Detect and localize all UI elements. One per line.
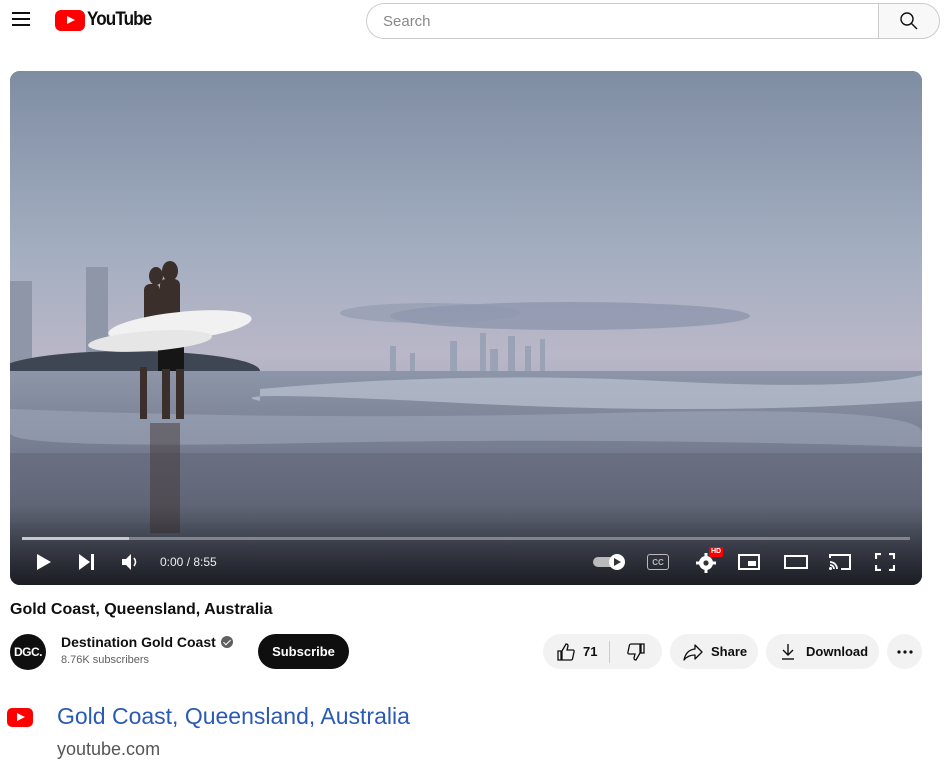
volume-button[interactable] — [120, 549, 144, 575]
channel-avatar[interactable]: DGC. — [10, 634, 46, 670]
volume-icon — [122, 554, 137, 570]
theater-mode-button[interactable] — [782, 549, 810, 575]
download-icon — [782, 643, 794, 660]
channel-name: Destination Gold Coast — [61, 634, 216, 650]
search-button[interactable] — [878, 3, 940, 39]
subscribe-button[interactable]: Subscribe — [258, 634, 349, 669]
theater-mode-icon — [784, 555, 808, 569]
settings-button[interactable]: HD — [692, 547, 724, 575]
fullscreen-icon — [875, 553, 895, 571]
download-button[interactable]: Download — [766, 634, 879, 669]
video-player[interactable]: 0:00 / 8:55 CC HD — [10, 71, 922, 585]
hamburger-menu-icon[interactable] — [12, 12, 30, 28]
play-icon — [37, 554, 51, 570]
dislike-button[interactable] — [610, 634, 662, 669]
like-count: 71 — [583, 644, 598, 659]
like-dislike-group: 71 — [543, 634, 662, 669]
next-button[interactable] — [76, 549, 98, 575]
youtube-logo[interactable]: YouTube — [55, 9, 158, 31]
top-header: YouTube — [0, 0, 944, 44]
miniplayer-icon — [738, 554, 760, 570]
like-button[interactable]: 71 — [543, 634, 609, 669]
cc-icon: CC — [647, 554, 669, 570]
subscriber-count: 8.76K subscribers — [61, 654, 150, 666]
cast-icon — [829, 554, 851, 570]
fullscreen-button[interactable] — [872, 549, 898, 575]
more-actions-button[interactable] — [887, 634, 922, 669]
search-icon — [900, 12, 918, 30]
next-icon — [79, 554, 94, 570]
time-display: 0:00 / 8:55 — [160, 555, 217, 569]
link-card-domain: youtube.com — [57, 739, 161, 759]
progress-bar[interactable] — [22, 537, 910, 540]
hd-badge: HD — [709, 547, 724, 557]
search-bar — [366, 3, 940, 39]
more-horizontal-icon — [896, 649, 913, 654]
video-title: Gold Coast, Queensland, Australia — [10, 601, 273, 618]
link-card-title[interactable]: Gold Coast, Queensland, Australia — [57, 703, 410, 730]
miniplayer-button[interactable] — [736, 549, 762, 575]
download-label: Download — [806, 644, 869, 659]
channel-name-link[interactable]: Destination Gold Coast — [61, 634, 233, 650]
cast-button[interactable] — [826, 549, 854, 575]
share-label: Share — [711, 644, 748, 659]
verified-badge-icon — [220, 636, 233, 648]
share-button[interactable]: Share — [670, 634, 758, 669]
search-input[interactable] — [366, 3, 878, 39]
logo-text: YouTube — [87, 9, 152, 30]
thumbs-down-icon — [627, 642, 645, 661]
youtube-favicon-icon — [7, 708, 33, 727]
thumbs-up-icon — [557, 642, 575, 661]
autoplay-toggle-icon — [593, 554, 625, 570]
progress-buffered — [22, 537, 129, 540]
youtube-play-icon — [55, 9, 85, 31]
share-icon — [683, 643, 703, 661]
autoplay-toggle[interactable] — [592, 549, 628, 575]
captions-button[interactable]: CC — [644, 549, 672, 575]
play-button[interactable] — [34, 549, 54, 575]
